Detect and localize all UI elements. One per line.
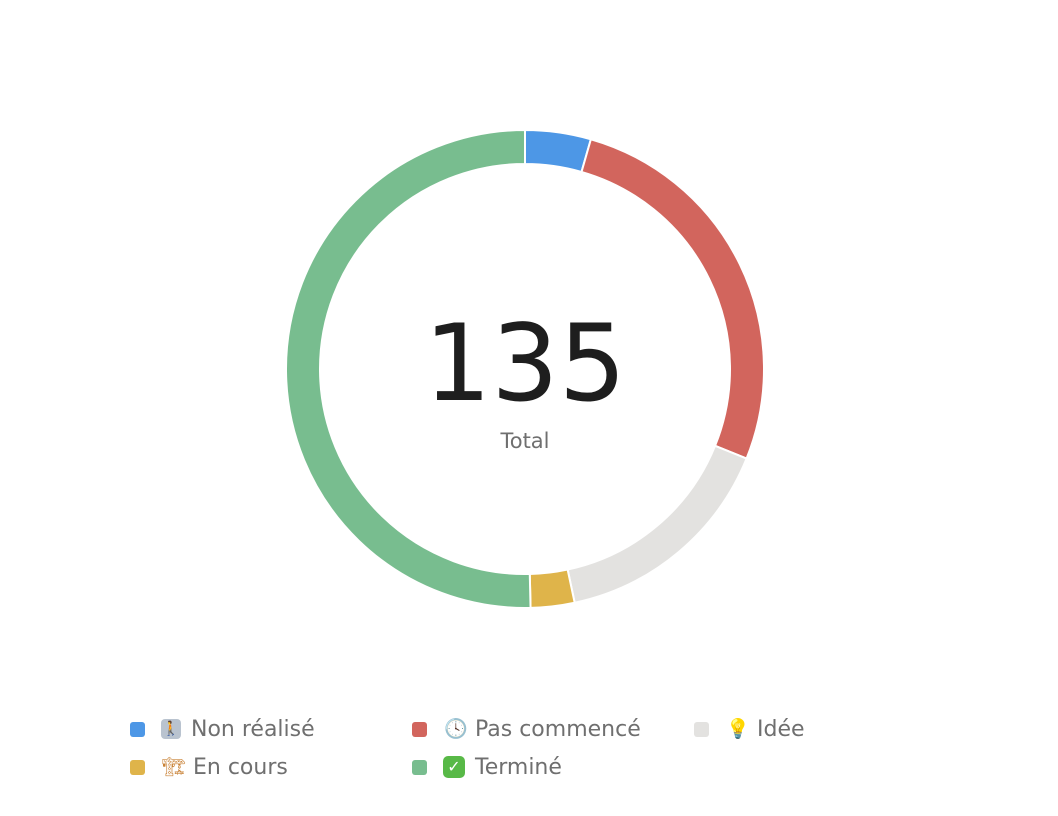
legend-swatch: [130, 759, 145, 775]
person-icon: 🚶: [161, 719, 181, 739]
legend-item-pas-commence[interactable]: 🕓 Pas commencé: [412, 716, 694, 742]
construction-crane-icon: 🏗: [161, 756, 187, 778]
legend-label: Idée: [757, 716, 805, 742]
legend-label: Pas commencé: [475, 716, 641, 742]
legend-item-idee[interactable]: 💡 Idée: [694, 716, 976, 742]
legend-swatch: [130, 721, 145, 737]
legend-label: Non réalisé: [191, 716, 315, 742]
legend-item-en-cours[interactable]: 🏗 En cours: [130, 754, 412, 780]
donut-chart-svg: 135 Total: [285, 128, 765, 609]
legend-label: Terminé: [475, 754, 562, 780]
legend-swatch: [412, 721, 427, 737]
center-total-label: Total: [499, 429, 549, 453]
check-mark-icon: ✓: [443, 756, 465, 778]
center-total-value: 135: [424, 302, 626, 425]
chart-legend: 🚶 Non réalisé 🕓 Pas commencé 💡 Idée 🏗 En…: [130, 716, 1010, 780]
donut-slice-0[interactable]: [524, 128, 593, 174]
donut-slice-3[interactable]: [528, 568, 576, 609]
donut-chart: 135 Total: [0, 0, 1058, 690]
lightbulb-icon: 💡: [726, 718, 750, 740]
donut-slice-2[interactable]: [566, 444, 748, 604]
clock-icon: 🕓: [444, 718, 468, 740]
legend-swatch: [412, 759, 427, 775]
legend-item-termine[interactable]: ✓ Terminé: [412, 754, 694, 780]
legend-item-non-realise[interactable]: 🚶 Non réalisé: [130, 716, 412, 742]
legend-swatch: [694, 721, 709, 737]
legend-label: En cours: [193, 754, 288, 780]
